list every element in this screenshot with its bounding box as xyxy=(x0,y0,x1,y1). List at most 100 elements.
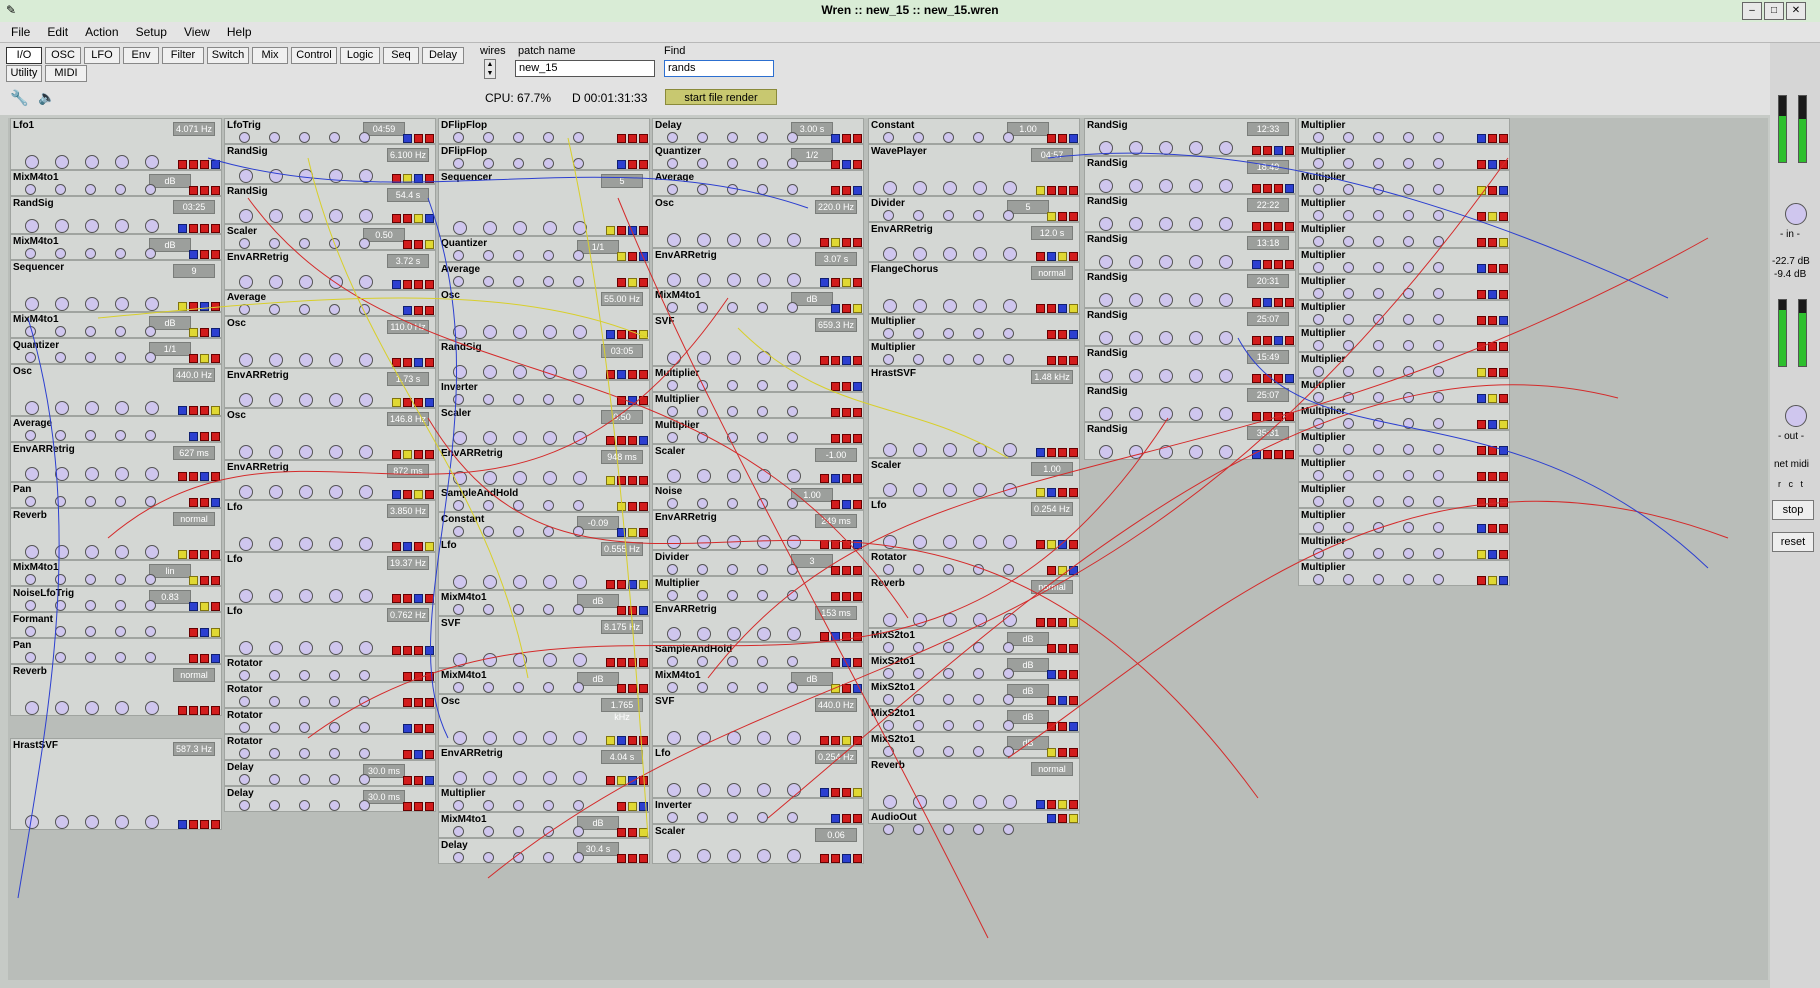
module-svf[interactable]: SVF 440.0 Hz xyxy=(652,694,864,746)
parameter-knob[interactable] xyxy=(299,445,313,459)
tab-control[interactable]: Control xyxy=(291,47,337,64)
connector-jack[interactable] xyxy=(639,226,648,235)
parameter-knob[interactable] xyxy=(543,221,557,235)
parameter-knob[interactable] xyxy=(1433,574,1444,585)
parameter-knob[interactable] xyxy=(25,219,39,233)
parameter-knob[interactable] xyxy=(1313,340,1324,351)
parameter-knob[interactable] xyxy=(883,181,897,195)
parameter-knob[interactable] xyxy=(329,537,343,551)
parameter-knob[interactable] xyxy=(913,181,927,195)
parameter-knob[interactable] xyxy=(1129,217,1143,231)
connector-jack[interactable] xyxy=(853,408,862,417)
connector-jack[interactable] xyxy=(200,602,209,611)
connector-jack[interactable] xyxy=(425,280,434,289)
parameter-knob[interactable] xyxy=(1003,613,1017,627)
module-randsig[interactable]: RandSig 15:49 xyxy=(1084,346,1296,384)
connector-jack[interactable] xyxy=(628,370,637,379)
module-osc[interactable]: Osc 55.00 Hz xyxy=(438,288,650,340)
connector-jack[interactable] xyxy=(1047,670,1056,679)
parameter-knob[interactable] xyxy=(1343,340,1354,351)
parameter-knob[interactable] xyxy=(25,701,39,715)
parameter-knob[interactable] xyxy=(85,401,99,415)
connector-jack[interactable] xyxy=(842,356,851,365)
parameter-knob[interactable] xyxy=(145,467,159,481)
connector-jack[interactable] xyxy=(842,278,851,287)
parameter-knob[interactable] xyxy=(513,682,524,693)
connector-jack[interactable] xyxy=(1047,566,1056,575)
connector-jack[interactable] xyxy=(1477,238,1486,247)
parameter-knob[interactable] xyxy=(299,304,310,315)
connector-jack[interactable] xyxy=(1285,184,1294,193)
module-multiplier[interactable]: Multiplier xyxy=(652,392,864,418)
connector-jack[interactable] xyxy=(606,580,615,589)
module-mixm4to1[interactable]: MixM4to1 dB xyxy=(652,668,864,694)
parameter-knob[interactable] xyxy=(667,498,678,509)
connector-jack[interactable] xyxy=(831,632,840,641)
connector-jack[interactable] xyxy=(392,490,401,499)
tab-filter[interactable]: Filter xyxy=(162,47,204,64)
parameter-knob[interactable] xyxy=(299,169,313,183)
parameter-knob[interactable] xyxy=(453,158,464,169)
parameter-knob[interactable] xyxy=(727,158,738,169)
parameter-knob[interactable] xyxy=(359,641,373,655)
parameter-knob[interactable] xyxy=(329,304,340,315)
parameter-knob[interactable] xyxy=(973,746,984,757)
connector-jack[interactable] xyxy=(639,330,648,339)
module-envarretrig[interactable]: EnvARRetrig 249 ms xyxy=(652,510,864,550)
parameter-knob[interactable] xyxy=(543,653,557,667)
parameter-knob[interactable] xyxy=(697,682,708,693)
module-scaler[interactable]: Scaler 1.00 xyxy=(868,458,1080,498)
connector-jack[interactable] xyxy=(1488,420,1497,429)
connector-jack[interactable] xyxy=(189,576,198,585)
parameter-knob[interactable] xyxy=(883,824,894,835)
parameter-knob[interactable] xyxy=(543,526,554,537)
parameter-knob[interactable] xyxy=(453,394,464,405)
module-pan[interactable]: Pan xyxy=(10,638,222,664)
module-multiplier[interactable]: Multiplier xyxy=(1298,144,1510,170)
connector-jack[interactable] xyxy=(200,160,209,169)
parameter-knob[interactable] xyxy=(85,248,96,259)
connector-jack[interactable] xyxy=(200,328,209,337)
parameter-knob[interactable] xyxy=(25,496,36,507)
parameter-knob[interactable] xyxy=(85,297,99,311)
connector-jack[interactable] xyxy=(425,490,434,499)
parameter-knob[interactable] xyxy=(513,500,524,511)
parameter-knob[interactable] xyxy=(787,158,798,169)
tab-env[interactable]: Env xyxy=(123,47,159,64)
parameter-knob[interactable] xyxy=(727,132,738,143)
module-mixm4to1[interactable]: MixM4to1 dB xyxy=(10,312,222,338)
module-reverb[interactable]: Reverb normal xyxy=(10,508,222,560)
parameter-knob[interactable] xyxy=(1343,210,1354,221)
module-flangechorus[interactable]: FlangeChorus normal xyxy=(868,262,1080,314)
connector-jack[interactable] xyxy=(1036,800,1045,809)
parameter-knob[interactable] xyxy=(513,604,524,615)
connector-jack[interactable] xyxy=(853,854,862,863)
connector-jack[interactable] xyxy=(853,540,862,549)
parameter-knob[interactable] xyxy=(483,394,494,405)
connector-jack[interactable] xyxy=(414,698,423,707)
parameter-knob[interactable] xyxy=(1343,262,1354,273)
parameter-knob[interactable] xyxy=(269,800,280,811)
parameter-knob[interactable] xyxy=(453,276,464,287)
connector-jack[interactable] xyxy=(414,646,423,655)
connector-jack[interactable] xyxy=(1499,264,1508,273)
module-osc[interactable]: Osc 1.765 kHz xyxy=(438,694,650,746)
parameter-knob[interactable] xyxy=(55,219,69,233)
parameter-knob[interactable] xyxy=(757,302,768,313)
module-waveplayer[interactable]: WavePlayer 04:57 xyxy=(868,144,1080,196)
module-multiplier[interactable]: Multiplier xyxy=(652,576,864,602)
connector-jack[interactable] xyxy=(1285,298,1294,307)
parameter-knob[interactable] xyxy=(1403,158,1414,169)
parameter-knob[interactable] xyxy=(239,485,253,499)
connector-jack[interactable] xyxy=(189,328,198,337)
connector-jack[interactable] xyxy=(842,658,851,667)
parameter-knob[interactable] xyxy=(883,132,894,143)
module-average[interactable]: Average xyxy=(10,416,222,442)
parameter-knob[interactable] xyxy=(973,694,984,705)
parameter-knob[interactable] xyxy=(1313,392,1324,403)
parameter-knob[interactable] xyxy=(1403,210,1414,221)
parameter-knob[interactable] xyxy=(453,826,464,837)
connector-jack[interactable] xyxy=(1488,238,1497,247)
connector-jack[interactable] xyxy=(639,396,648,405)
parameter-knob[interactable] xyxy=(1099,331,1113,345)
